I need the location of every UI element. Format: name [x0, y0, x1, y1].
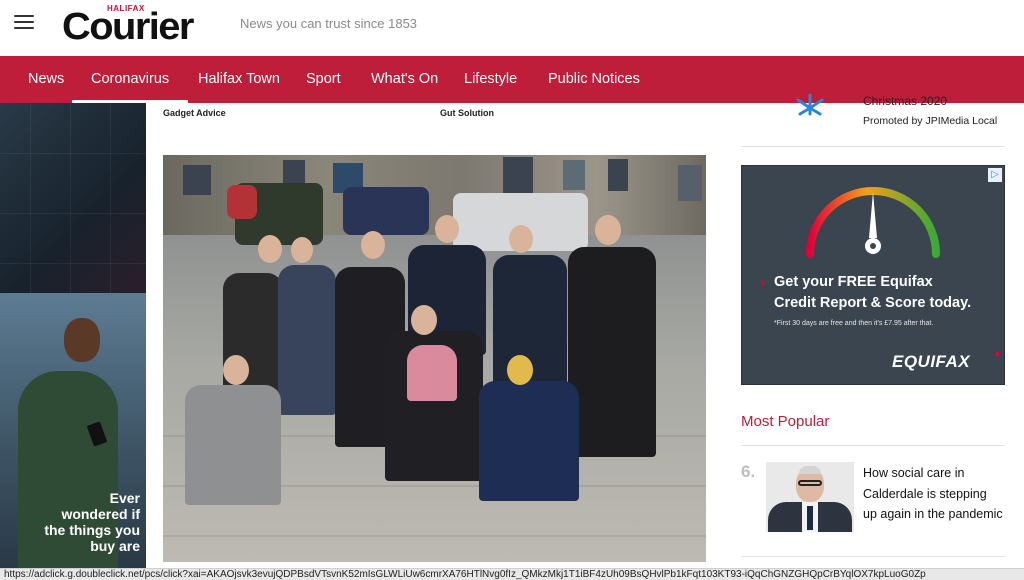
popular-rank: 6.: [741, 462, 756, 481]
chevron-right-icon: ›: [760, 274, 765, 291]
adchoices-icon[interactable]: ▷: [988, 168, 1002, 182]
site-tagline: News you can trust since 1853: [240, 16, 418, 31]
page: HALIFAX Courier News you can trust since…: [0, 0, 1024, 580]
equifax-headline-2: Credit Report & Score today.: [774, 295, 972, 311]
most-popular-heading: Most Popular: [741, 413, 830, 430]
equifax-headline-1: Get your FREE Equifax: [774, 274, 933, 290]
sponsored-link-gadget-advice[interactable]: Gadget Advice: [163, 108, 226, 118]
most-popular-divider: [741, 445, 1005, 446]
promo-title[interactable]: Christmas 2020: [863, 94, 947, 108]
article-photo: [163, 155, 706, 562]
ad-person-head: [64, 318, 100, 362]
left-skyscraper-ad[interactable]: Ever wondered if the things you buy are: [0, 103, 146, 568]
nav-item-sport[interactable]: Sport: [306, 56, 341, 103]
photo-car-blue: [343, 187, 429, 235]
nav-item-lifestyle[interactable]: Lifestyle: [464, 56, 517, 103]
sidebar-divider: [741, 146, 1005, 147]
popular-item-divider: [741, 556, 1005, 557]
site-logo[interactable]: HALIFAX Courier: [62, 4, 218, 48]
nav-item-halifax-town[interactable]: Halifax Town: [198, 56, 280, 103]
sponsored-link-gut-solution[interactable]: Gut Solution: [440, 108, 494, 118]
logo-wordmark: Courier: [62, 6, 194, 48]
browser-status-bar: https://adclick.g.doubleclick.net/pcs/cl…: [0, 568, 1024, 580]
nav-item-whats-on[interactable]: What's On: [371, 56, 438, 103]
snowflake-icon: [796, 94, 824, 116]
popular-thumbnail[interactable]: [766, 462, 854, 532]
site-header: HALIFAX Courier News you can trust since…: [0, 0, 1024, 56]
ad-copy-text: Ever wondered if the things you buy are: [44, 490, 140, 554]
equifax-fine-print: *First 30 days are free and then it's £7…: [774, 320, 934, 327]
hamburger-icon[interactable]: [14, 15, 34, 31]
nav-item-coronavirus[interactable]: Coronavirus: [72, 56, 189, 103]
popular-article-title[interactable]: How social care in Calderdale is steppin…: [863, 463, 1003, 525]
status-url: https://adclick.g.doubleclick.net/pcs/cl…: [4, 569, 926, 580]
nav-item-public-notices[interactable]: Public Notices: [548, 56, 640, 103]
equifax-logo: EQUIFAX: [892, 352, 971, 371]
equifax-logo-accent: [995, 352, 999, 356]
promo-byline: Promoted by JPIMedia Local: [863, 115, 998, 127]
photo-car-red: [227, 185, 257, 219]
credit-gauge-icon: [806, 187, 940, 258]
nav-item-news[interactable]: News: [28, 56, 64, 103]
ad-background-building: [0, 103, 146, 293]
equifax-ad[interactable]: ▷ › Get your FREE Equifax Credit Report …: [741, 165, 1005, 385]
